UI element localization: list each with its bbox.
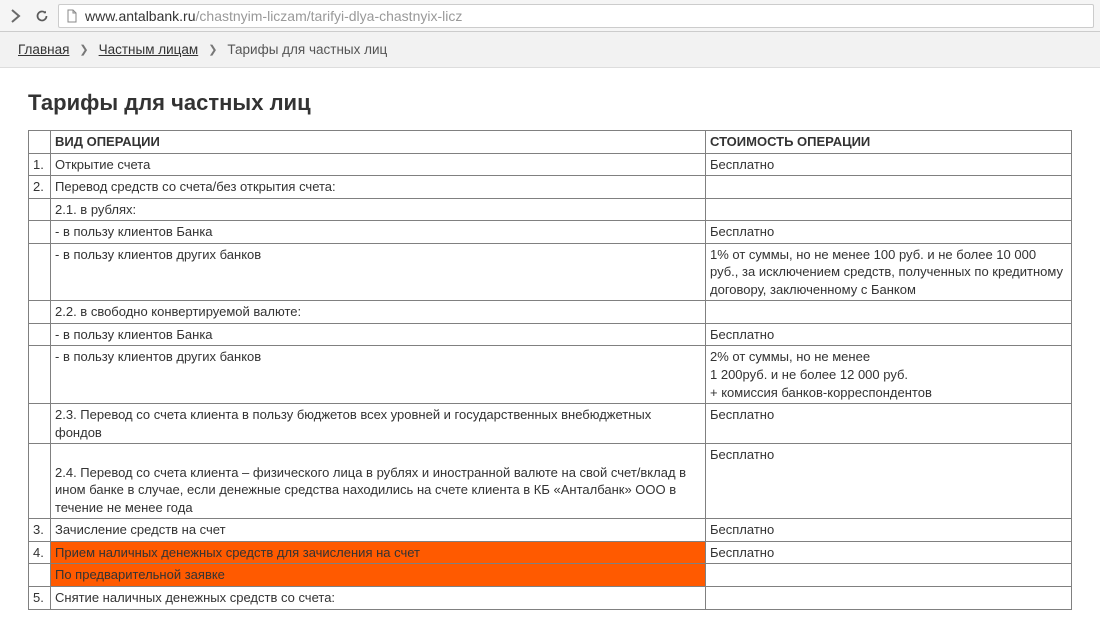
- cell-num: [29, 404, 51, 444]
- table-row: - в пользу клиентов БанкаБесплатно: [29, 221, 1072, 244]
- cell-value: Бесплатно: [706, 519, 1072, 542]
- cell-num: 2.: [29, 176, 51, 199]
- cell-operation: Открытие счета: [51, 153, 706, 176]
- cell-value: Бесплатно: [706, 404, 1072, 444]
- table-row: 2.3. Перевод со счета клиента в пользу б…: [29, 404, 1072, 444]
- url-text: www.antalbank.ru/chastnyim-liczam/tarify…: [85, 8, 462, 24]
- chevron-right-icon: ❯: [79, 43, 88, 56]
- table-row: 2.2. в свободно конвертируемой валюте:: [29, 301, 1072, 324]
- table-row: 2.1. в рублях:: [29, 198, 1072, 221]
- cell-operation: 2.4. Перевод со счета клиента – физическ…: [51, 444, 706, 519]
- forward-button[interactable]: [6, 6, 26, 26]
- cell-num: [29, 444, 51, 519]
- page-content: Тарифы для частных лиц ВИД ОПЕРАЦИИ СТОИ…: [0, 68, 1100, 618]
- cell-value: Бесплатно: [706, 221, 1072, 244]
- table-row: 2.4. Перевод со счета клиента – физическ…: [29, 444, 1072, 519]
- table-row: По предварительной заявке: [29, 564, 1072, 587]
- cell-value: Бесплатно: [706, 153, 1072, 176]
- cell-operation: Снятие наличных денежных средств со счет…: [51, 587, 706, 610]
- cell-operation: Прием наличных денежных средств для зачи…: [51, 541, 706, 564]
- cell-num: [29, 301, 51, 324]
- col-value: СТОИМОСТЬ ОПЕРАЦИИ: [706, 131, 1072, 154]
- cell-operation: - в пользу клиентов других банков: [51, 346, 706, 404]
- cell-num: 3.: [29, 519, 51, 542]
- breadcrumb-home[interactable]: Главная: [18, 42, 69, 57]
- col-operation: ВИД ОПЕРАЦИИ: [51, 131, 706, 154]
- cell-value: Бесплатно: [706, 323, 1072, 346]
- url-bar[interactable]: www.antalbank.ru/chastnyim-liczam/tarify…: [58, 4, 1094, 28]
- cell-num: [29, 346, 51, 404]
- cell-operation: 2.2. в свободно конвертируемой валюте:: [51, 301, 706, 324]
- cell-num: 4.: [29, 541, 51, 564]
- chevron-right-icon: ❯: [208, 43, 217, 56]
- table-row: 5.Снятие наличных денежных средств со сч…: [29, 587, 1072, 610]
- cell-num: 1.: [29, 153, 51, 176]
- cell-value: 2% от суммы, но не менее 1 200руб. и не …: [706, 346, 1072, 404]
- table-row: - в пользу клиентов БанкаБесплатно: [29, 323, 1072, 346]
- reload-button[interactable]: [32, 6, 52, 26]
- cell-value: [706, 176, 1072, 199]
- browser-toolbar: www.antalbank.ru/chastnyim-liczam/tarify…: [0, 0, 1100, 32]
- cell-operation: - в пользу клиентов Банка: [51, 221, 706, 244]
- cell-num: [29, 198, 51, 221]
- cell-operation: 2.3. Перевод со счета клиента в пользу б…: [51, 404, 706, 444]
- page-title: Тарифы для частных лиц: [28, 90, 1072, 116]
- cell-num: [29, 564, 51, 587]
- breadcrumb-current: Тарифы для частных лиц: [227, 42, 387, 57]
- cell-value: [706, 587, 1072, 610]
- cell-num: [29, 243, 51, 301]
- cell-value: [706, 198, 1072, 221]
- table-row: - в пользу клиентов других банков1% от с…: [29, 243, 1072, 301]
- cell-operation: Перевод средств со счета/без открытия сч…: [51, 176, 706, 199]
- table-header-row: ВИД ОПЕРАЦИИ СТОИМОСТЬ ОПЕРАЦИИ: [29, 131, 1072, 154]
- cell-num: [29, 221, 51, 244]
- url-path: /chastnyim-liczam/tarifyi-dlya-chastnyix…: [196, 8, 463, 24]
- col-num: [29, 131, 51, 154]
- cell-operation: Зачисление средств на счет: [51, 519, 706, 542]
- cell-value: Бесплатно: [706, 444, 1072, 519]
- cell-operation: 2.1. в рублях:: [51, 198, 706, 221]
- table-row: 4.Прием наличных денежных средств для за…: [29, 541, 1072, 564]
- page-icon: [65, 9, 79, 23]
- cell-value: [706, 301, 1072, 324]
- cell-operation: - в пользу клиентов других банков: [51, 243, 706, 301]
- cell-num: [29, 323, 51, 346]
- breadcrumb: Главная ❯ Частным лицам ❯ Тарифы для час…: [0, 32, 1100, 68]
- url-host: www.antalbank.ru: [85, 8, 196, 24]
- table-row: 2.Перевод средств со счета/без открытия …: [29, 176, 1072, 199]
- table-row: 3.Зачисление средств на счетБесплатно: [29, 519, 1072, 542]
- cell-value: [706, 564, 1072, 587]
- table-row: 1.Открытие счетаБесплатно: [29, 153, 1072, 176]
- breadcrumb-section[interactable]: Частным лицам: [99, 42, 199, 57]
- cell-num: 5.: [29, 587, 51, 610]
- cell-operation: - в пользу клиентов Банка: [51, 323, 706, 346]
- cell-value: Бесплатно: [706, 541, 1072, 564]
- table-row: - в пользу клиентов других банков2% от с…: [29, 346, 1072, 404]
- tariff-table: ВИД ОПЕРАЦИИ СТОИМОСТЬ ОПЕРАЦИИ 1.Открыт…: [28, 130, 1072, 610]
- cell-value: 1% от суммы, но не менее 100 руб. и не б…: [706, 243, 1072, 301]
- cell-operation: По предварительной заявке: [51, 564, 706, 587]
